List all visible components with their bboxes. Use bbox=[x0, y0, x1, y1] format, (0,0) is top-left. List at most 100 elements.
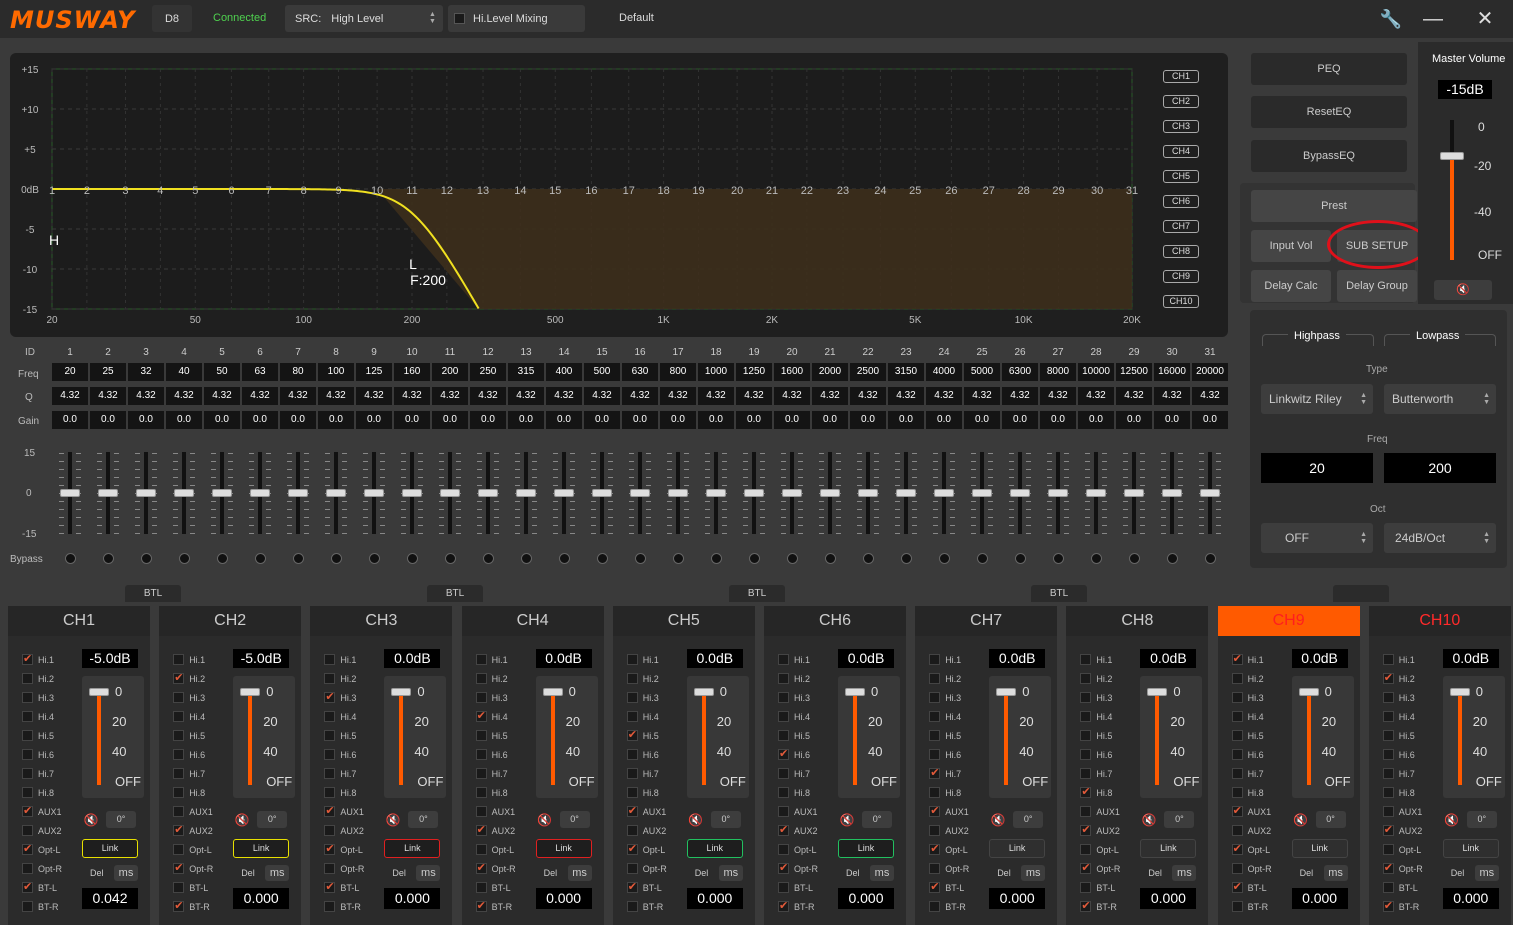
input-source-item[interactable]: BT-L bbox=[626, 878, 667, 897]
input-vol-button[interactable]: Input Vol bbox=[1251, 230, 1331, 262]
band-freq-input-28[interactable]: 10000 bbox=[1078, 363, 1114, 381]
input-source-item[interactable]: AUX2 bbox=[173, 821, 213, 840]
input-source-item[interactable]: AUX2 bbox=[22, 821, 62, 840]
checkbox-icon[interactable] bbox=[929, 766, 941, 779]
checkbox-icon[interactable] bbox=[1080, 673, 1092, 684]
band-bypass-toggle-8[interactable] bbox=[331, 553, 342, 564]
input-source-item[interactable]: BT-L bbox=[1231, 878, 1272, 897]
input-source-item[interactable]: BT-L bbox=[778, 878, 818, 897]
band-freq-input-8[interactable]: 100 bbox=[318, 363, 354, 381]
volume-knob[interactable] bbox=[1449, 688, 1470, 696]
band-gain-fader-22[interactable] bbox=[850, 452, 888, 534]
input-source-item[interactable]: Hi.1 bbox=[1080, 650, 1120, 669]
link-button[interactable]: Link bbox=[1442, 839, 1499, 858]
checkbox-icon[interactable] bbox=[1231, 692, 1243, 703]
mute-speaker-icon[interactable]: 🔇 bbox=[1443, 811, 1461, 829]
input-source-item[interactable]: Hi.8 bbox=[929, 783, 969, 802]
band-freq-input-24[interactable]: 4000 bbox=[926, 363, 962, 381]
mute-speaker-icon[interactable]: 🔇 bbox=[989, 811, 1007, 829]
input-source-item[interactable]: Hi.1 bbox=[626, 650, 667, 669]
band-gain-input-25[interactable]: 0.0 bbox=[964, 411, 1000, 429]
checkbox-icon[interactable] bbox=[778, 747, 789, 760]
checkbox-icon[interactable] bbox=[626, 804, 638, 817]
band-gain-fader-19[interactable] bbox=[736, 452, 774, 534]
input-source-item[interactable]: Hi.5 bbox=[1382, 726, 1423, 745]
band-gain-fader-12[interactable] bbox=[470, 452, 508, 534]
checkbox-icon[interactable] bbox=[929, 901, 941, 912]
fader-knob[interactable] bbox=[364, 489, 384, 497]
band-bypass-toggle-1[interactable] bbox=[65, 553, 76, 564]
fader-knob[interactable] bbox=[326, 489, 346, 497]
checkbox-icon[interactable] bbox=[475, 861, 487, 874]
input-source-item[interactable]: Opt-L bbox=[324, 840, 364, 859]
input-source-item[interactable]: Hi.8 bbox=[778, 783, 818, 802]
band-gain-fader-25[interactable] bbox=[964, 452, 1002, 534]
band-bypass-toggle-2[interactable] bbox=[103, 553, 114, 564]
band-gain-fader-2[interactable] bbox=[90, 452, 128, 534]
checkbox-icon[interactable] bbox=[324, 901, 336, 912]
checkbox-icon[interactable] bbox=[626, 825, 638, 836]
graph-channel-button-ch5[interactable]: CH5 bbox=[1163, 170, 1199, 183]
input-source-item[interactable]: Hi.7 bbox=[626, 764, 667, 783]
band-gain-input-2[interactable]: 0.0 bbox=[90, 411, 126, 429]
phase-button[interactable]: 0° bbox=[1164, 811, 1195, 828]
fader-knob[interactable] bbox=[516, 489, 536, 497]
input-source-item[interactable]: Opt-L bbox=[626, 840, 667, 859]
input-source-item[interactable]: BT-L bbox=[475, 878, 516, 897]
input-source-item[interactable]: Opt-L bbox=[475, 840, 516, 859]
band-gain-fader-9[interactable] bbox=[356, 452, 394, 534]
input-source-item[interactable]: AUX2 bbox=[778, 821, 818, 840]
input-source-item[interactable]: Hi.4 bbox=[1080, 707, 1120, 726]
input-source-item[interactable]: Hi.8 bbox=[324, 783, 364, 802]
checkbox-icon[interactable] bbox=[626, 880, 638, 893]
channel-gain-value[interactable]: 0.0dB bbox=[989, 649, 1046, 668]
checkbox-icon[interactable] bbox=[778, 768, 789, 779]
input-source-item[interactable]: Hi.5 bbox=[1080, 726, 1120, 745]
checkbox-icon[interactable] bbox=[173, 730, 185, 741]
input-source-item[interactable]: Opt-R bbox=[1382, 859, 1423, 878]
band-q-input-2[interactable]: 4.32 bbox=[90, 387, 126, 405]
band-gain-input-17[interactable]: 0.0 bbox=[660, 411, 696, 429]
band-gain-input-6[interactable]: 0.0 bbox=[242, 411, 278, 429]
graph-channel-button-ch9[interactable]: CH9 bbox=[1163, 270, 1199, 283]
input-source-item[interactable]: AUX1 bbox=[475, 802, 516, 821]
band-gain-input-31[interactable]: 0.0 bbox=[1192, 411, 1228, 429]
delay-unit-button[interactable]: ms bbox=[1172, 865, 1197, 881]
input-source-item[interactable]: BT-R bbox=[1231, 897, 1272, 916]
checkbox-icon[interactable] bbox=[475, 749, 487, 760]
band-gain-input-14[interactable]: 0.0 bbox=[546, 411, 582, 429]
channel-volume-slider[interactable]: 0 20 40 OFF bbox=[535, 676, 598, 798]
checkbox-icon[interactable] bbox=[1382, 711, 1394, 722]
bypass-eq-button[interactable]: BypassEQ bbox=[1251, 140, 1407, 172]
checkbox-icon[interactable] bbox=[324, 690, 336, 703]
checkbox-icon[interactable] bbox=[778, 882, 789, 893]
fader-knob[interactable] bbox=[858, 489, 878, 497]
band-freq-input-11[interactable]: 200 bbox=[432, 363, 468, 381]
checkbox-icon[interactable] bbox=[1382, 730, 1394, 741]
channel-volume-slider[interactable]: 0 20 40 OFF bbox=[989, 676, 1052, 798]
band-gain-input-5[interactable]: 0.0 bbox=[204, 411, 240, 429]
fader-knob[interactable] bbox=[1010, 489, 1030, 497]
checkbox-icon[interactable] bbox=[1231, 880, 1243, 893]
checkbox-icon[interactable] bbox=[1382, 844, 1394, 855]
channel-volume-slider[interactable]: 0 20 40 OFF bbox=[1140, 676, 1203, 798]
input-source-item[interactable]: AUX1 bbox=[778, 802, 818, 821]
delay-group-button[interactable]: Delay Group bbox=[1337, 270, 1417, 302]
checkbox-icon[interactable] bbox=[22, 842, 33, 855]
band-bypass-toggle-13[interactable] bbox=[521, 553, 532, 564]
input-source-item[interactable]: BT-R bbox=[475, 897, 516, 916]
input-source-item[interactable]: Hi.4 bbox=[173, 707, 213, 726]
checkbox-icon[interactable] bbox=[778, 654, 789, 665]
input-source-item[interactable]: BT-R bbox=[929, 897, 969, 916]
band-q-input-23[interactable]: 4.32 bbox=[888, 387, 924, 405]
band-q-input-20[interactable]: 4.32 bbox=[774, 387, 810, 405]
lowpass-type-select[interactable]: Butterworth ▲ ▼ bbox=[1384, 384, 1496, 414]
delay-unit-button[interactable]: ms bbox=[416, 865, 441, 881]
band-q-input-17[interactable]: 4.32 bbox=[660, 387, 696, 405]
input-source-item[interactable]: Hi.1 bbox=[324, 650, 364, 669]
input-source-item[interactable]: AUX1 bbox=[22, 802, 62, 821]
input-source-item[interactable]: AUX2 bbox=[1382, 821, 1423, 840]
input-source-item[interactable]: Hi.6 bbox=[626, 745, 667, 764]
band-bypass-toggle-12[interactable] bbox=[483, 553, 494, 564]
fader-knob[interactable] bbox=[478, 489, 498, 497]
